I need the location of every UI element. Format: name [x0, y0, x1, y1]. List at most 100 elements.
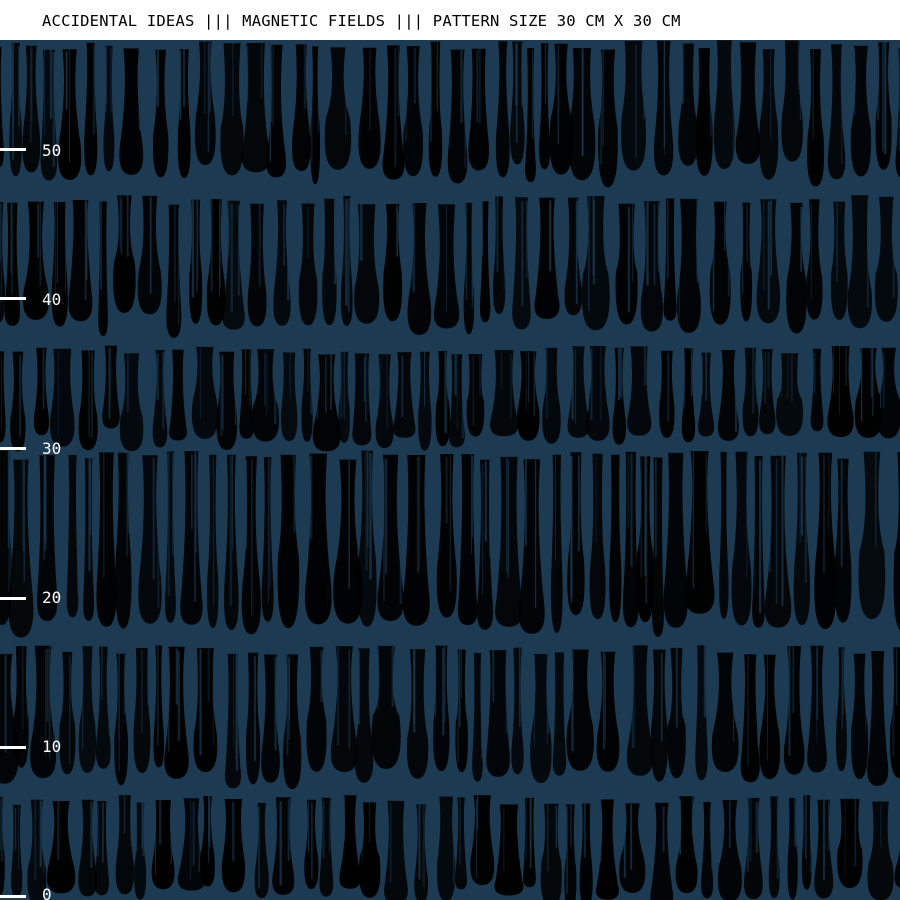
- dry-brush-streak: [418, 802, 421, 880]
- brush-stroke: [50, 348, 75, 447]
- dry-brush-streak: [377, 648, 379, 699]
- brush-stroke: [280, 352, 298, 442]
- dry-brush-streak: [348, 649, 351, 750]
- dry-brush-streak: [155, 800, 157, 875]
- dry-brush-streak: [322, 800, 325, 858]
- dry-brush-streak: [251, 458, 253, 616]
- dry-brush-streak: [159, 800, 162, 845]
- dry-brush-streak: [691, 795, 694, 837]
- dry-brush-streak: [799, 40, 802, 121]
- dry-brush-streak: [156, 353, 159, 400]
- brush-stroke-pattern: [0, 40, 900, 900]
- dry-brush-streak: [283, 204, 286, 266]
- dry-brush-streak: [787, 355, 789, 399]
- dry-brush-streak: [149, 197, 152, 294]
- brush-stroke: [764, 455, 792, 628]
- dry-brush-streak: [764, 351, 766, 404]
- dry-brush-streak: [515, 44, 518, 143]
- dry-brush-streak: [105, 46, 107, 113]
- dry-brush-streak: [800, 456, 804, 536]
- pattern-swatch: [0, 40, 900, 900]
- brush-stroke: [354, 648, 374, 783]
- dry-brush-streak: [183, 47, 186, 108]
- brush-stroke: [776, 353, 804, 436]
- dry-brush-streak: [212, 651, 214, 747]
- brush-stroke: [152, 49, 169, 178]
- dry-brush-streak: [496, 194, 499, 272]
- dry-brush-streak: [692, 451, 695, 589]
- dry-brush-streak: [110, 47, 112, 113]
- dry-brush-streak: [37, 204, 39, 258]
- brush-stroke: [827, 346, 854, 437]
- dry-brush-streak: [254, 656, 256, 761]
- dry-brush-streak: [554, 456, 556, 561]
- brush-stroke: [522, 797, 536, 888]
- brush-stroke: [216, 351, 238, 450]
- header-bar: ACCIDENTAL IDEAS ||| MAGNETIC FIELDS |||…: [0, 0, 900, 40]
- dry-brush-streak: [52, 52, 56, 167]
- dry-brush-streak: [528, 351, 530, 403]
- brush-stroke: [114, 653, 129, 786]
- brush-stroke: [95, 646, 111, 769]
- dry-brush-streak: [39, 201, 41, 287]
- dry-brush-streak: [126, 353, 129, 412]
- dry-brush-streak: [575, 201, 578, 305]
- brush-stroke: [511, 647, 524, 775]
- dry-brush-streak: [444, 350, 447, 434]
- dry-brush-streak: [755, 347, 759, 404]
- dry-brush-streak: [747, 455, 749, 530]
- dry-brush-streak: [726, 451, 728, 533]
- brush-stroke: [437, 796, 456, 900]
- brush-stroke: [324, 47, 352, 170]
- dry-brush-streak: [571, 346, 574, 420]
- dry-brush-streak: [590, 347, 593, 421]
- dry-brush-streak: [108, 347, 111, 419]
- dry-brush-streak: [118, 654, 120, 771]
- dry-brush-streak: [43, 453, 45, 560]
- brush-stroke: [261, 457, 274, 622]
- dry-brush-streak: [307, 454, 309, 546]
- brush-stroke: [579, 803, 593, 900]
- dry-brush-streak: [749, 201, 751, 267]
- dry-brush-streak: [210, 197, 213, 292]
- dry-brush-streak: [816, 649, 818, 744]
- dry-brush-streak: [123, 653, 126, 715]
- brush-stroke: [78, 646, 96, 773]
- dry-brush-streak: [367, 451, 369, 548]
- dry-brush-streak: [22, 457, 25, 551]
- brush-stroke: [567, 452, 585, 616]
- dry-brush-streak: [459, 796, 461, 865]
- brush-stroke: [806, 199, 823, 320]
- dry-brush-streak: [776, 796, 779, 880]
- brush-stroke: [455, 797, 467, 890]
- dry-brush-streak: [544, 41, 547, 104]
- dry-brush-streak: [0, 800, 1, 851]
- brush-stroke: [640, 201, 663, 332]
- dry-brush-streak: [310, 455, 313, 540]
- brush-stroke: [807, 49, 825, 187]
- brush-stroke: [609, 454, 622, 623]
- dry-brush-streak: [361, 802, 363, 862]
- dry-brush-streak: [126, 194, 129, 257]
- dry-brush-streak: [12, 806, 14, 852]
- dry-brush-streak: [823, 454, 825, 574]
- dry-brush-streak: [461, 356, 465, 439]
- dry-brush-streak: [746, 451, 748, 579]
- dry-brush-streak: [627, 453, 630, 527]
- brush-stroke: [550, 454, 563, 633]
- brush-stroke: [837, 798, 863, 888]
- dry-brush-streak: [854, 797, 857, 867]
- dry-brush-streak: [413, 48, 416, 104]
- dry-brush-streak: [316, 356, 318, 419]
- dry-brush-streak: [635, 44, 637, 159]
- dry-brush-streak: [279, 801, 282, 886]
- dry-brush-streak: [430, 45, 432, 142]
- dry-brush-streak: [734, 352, 737, 432]
- brush-stroke: [222, 200, 245, 330]
- dry-brush-streak: [794, 798, 797, 847]
- dry-brush-streak: [190, 800, 192, 881]
- dry-brush-streak: [191, 454, 193, 530]
- dry-brush-streak: [507, 459, 509, 578]
- dry-brush-streak: [781, 454, 784, 607]
- dry-brush-streak: [655, 459, 657, 557]
